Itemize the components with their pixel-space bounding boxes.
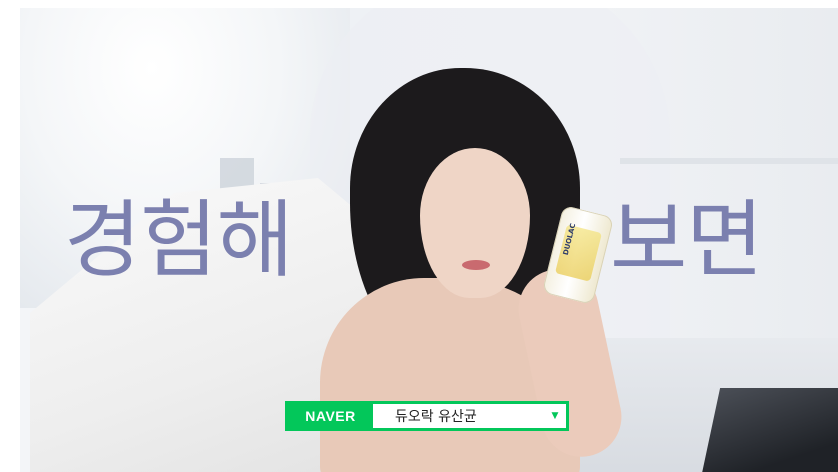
person-lips bbox=[462, 260, 490, 270]
person-face bbox=[420, 148, 530, 298]
kitchen-shelf bbox=[620, 158, 838, 164]
triangle-down-icon[interactable]: ▼ bbox=[544, 404, 566, 428]
headline-right: 보면 bbox=[610, 191, 764, 289]
stove-top bbox=[699, 388, 838, 472]
search-query[interactable]: 듀오락 유산균 bbox=[373, 404, 544, 428]
naver-logo: NAVER bbox=[288, 404, 373, 428]
headline-left: 경험해 bbox=[64, 191, 294, 289]
naver-search-bar[interactable]: NAVER 듀오락 유산균 ▼ bbox=[285, 401, 569, 431]
